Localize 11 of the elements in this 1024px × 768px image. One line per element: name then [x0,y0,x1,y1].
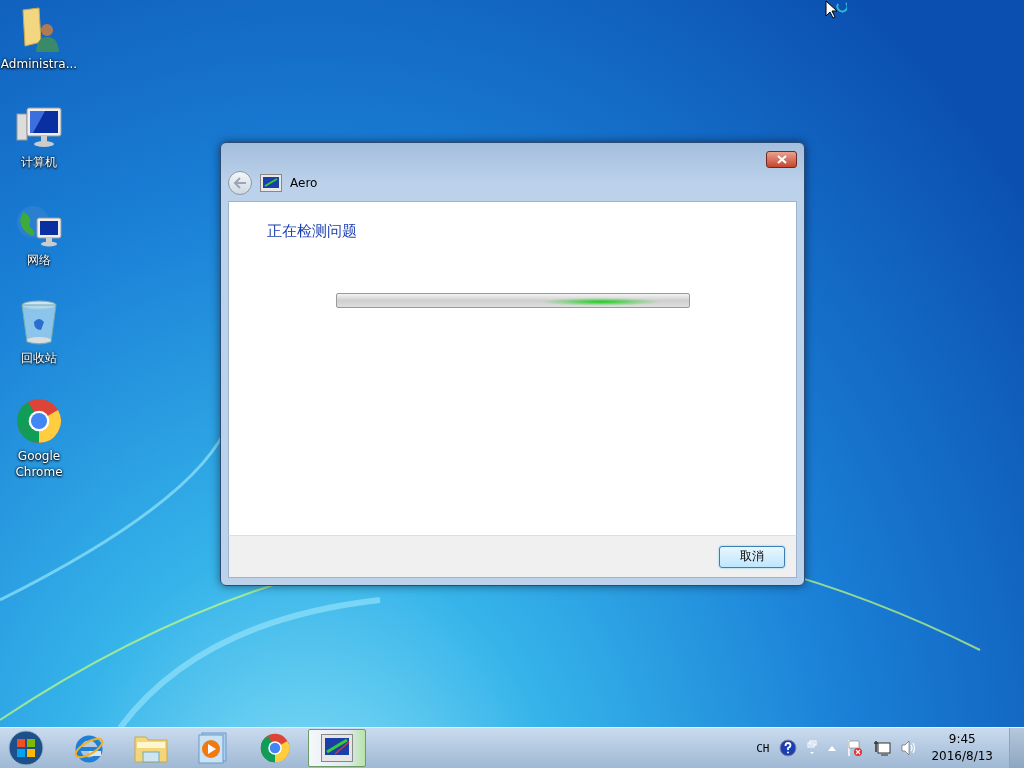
window-title: Aero [290,176,318,190]
clock-date[interactable]: 2016/8/13 [931,748,993,765]
clock-time[interactable]: 9:45 [948,731,976,748]
language-indicator[interactable]: CH [756,741,770,755]
desktop-icon-label[interactable]: 回收站 [0,350,78,366]
cancel-button[interactable]: 取消 [719,545,785,568]
status-heading: 正在检测问题 [267,222,358,241]
desktop-icon-label[interactable]: Google Chrome [0,448,78,480]
desktop-icon-label[interactable]: 网络 [0,252,78,268]
desktop-icon-label[interactable]: 计算机 [0,154,78,170]
desktop-icon-label[interactable]: Administra... [0,56,78,72]
